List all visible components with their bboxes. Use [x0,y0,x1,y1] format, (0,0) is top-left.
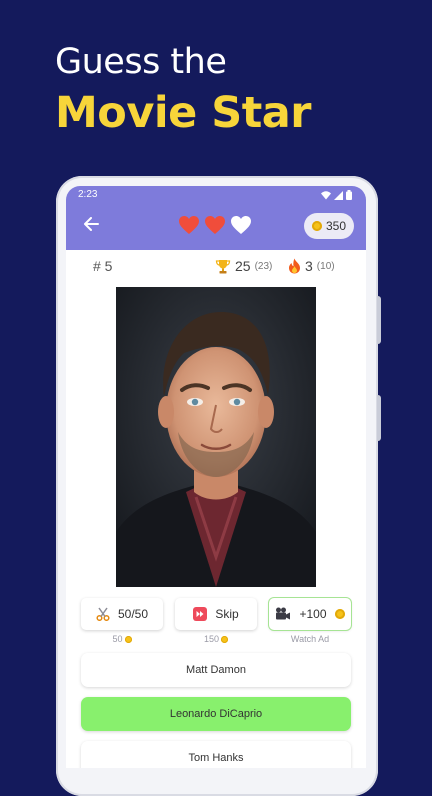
status-time: 2:23 [78,189,98,200]
coin-balance[interactable]: 350 [304,213,354,239]
phone-side-button [377,395,381,441]
promo-line-1: Guess the [55,42,227,82]
heart-full-icon [179,216,199,234]
trophy-icon [215,259,231,273]
answer-label: Tom Hanks [188,752,244,764]
video-camera-icon [276,607,291,620]
streak-stat: 3 (10) [288,258,335,274]
skip-button[interactable]: Skip [175,598,257,630]
coin-icon [124,635,132,643]
wifi-icon [321,190,331,199]
promo-line-2: Movie Star [55,88,311,138]
heart-full-icon [205,216,225,234]
fire-icon [289,258,300,274]
coin-balance-value: 350 [325,219,347,233]
phone-side-button [377,296,381,344]
signal-icon [334,190,343,200]
battery-icon [346,190,352,200]
app-bar: 2:23 350 [66,186,366,250]
coin-icon [221,635,229,643]
level-number: # 5 [93,258,113,274]
scissors-icon [96,607,110,621]
trophy-value: 25 [235,258,251,274]
coin-icon [311,221,322,231]
trophy-total: (23) [254,260,273,272]
answer-option-correct[interactable]: Leonardo DiCaprio [81,697,351,731]
skip-cost: 150 [175,634,257,644]
coin-icon [334,609,345,619]
watch-ad-button[interactable]: +100 [269,598,351,630]
trophy-stat: 25 (23) [215,258,272,274]
answer-label: Leonardo DiCaprio [169,708,263,720]
answer-option[interactable]: Matt Damon [81,653,351,687]
streak-value: 3 [305,258,313,274]
back-arrow-icon[interactable] [83,217,99,236]
watch-ad-caption-text: Watch Ad [290,634,330,644]
fifty-fifty-cost: 50 [81,634,163,644]
skip-label: Skip [215,607,239,621]
fifty-fifty-label: 50/50 [117,607,149,621]
lives-hearts [178,215,252,235]
stats-row: # 5 25 (23) 3 (10) [66,258,366,278]
watch-ad-caption: Watch Ad [269,634,351,644]
app-screen: 2:23 350 # 5 25 (23) 3 (10) 50/50 Skip +… [66,186,366,768]
answer-label: Matt Damon [186,664,246,676]
answer-option[interactable]: Tom Hanks [81,741,351,768]
status-icons [321,190,352,200]
actor-photo [116,287,316,587]
heart-empty-icon [231,216,251,234]
fifty-fifty-cost-value: 50 [112,634,123,644]
skip-cost-value: 150 [203,634,220,644]
streak-total: (10) [316,260,335,272]
watch-ad-label: +100 [299,607,327,621]
fifty-fifty-button[interactable]: 50/50 [81,598,163,630]
skip-icon [193,607,208,621]
